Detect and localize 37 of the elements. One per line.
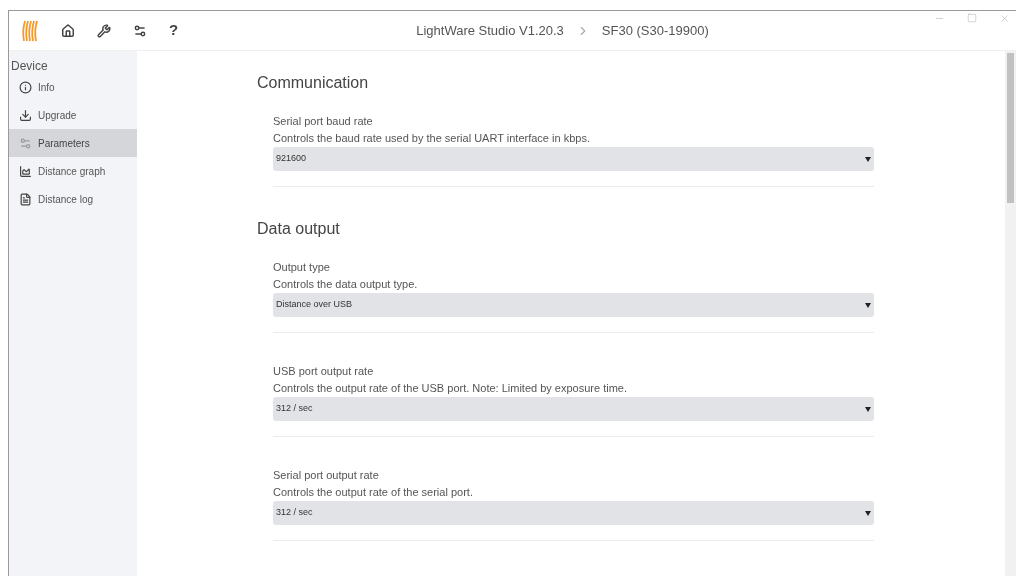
sidebar-item[interactable]: Upgrade bbox=[9, 101, 137, 129]
logo-icon bbox=[21, 19, 39, 42]
field-description: Controls the output rate of the USB port. Note: Limited by exposure time. bbox=[273, 381, 628, 396]
close-icon[interactable] bbox=[999, 13, 1010, 24]
field-label: Serial port output rate bbox=[273, 468, 380, 483]
field-description: Controls the output rate of the serial port. bbox=[273, 485, 474, 500]
device-name: SF30 (S30-19900) bbox=[601, 21, 709, 40]
document-icon bbox=[19, 192, 32, 206]
field-label: USB port output rate bbox=[273, 364, 375, 379]
field-description: Controls the baud rate used by the serial UART interface in kbps. bbox=[273, 131, 591, 146]
section-heading: Communication bbox=[257, 73, 370, 93]
field-label: Serial port baud rate bbox=[273, 114, 374, 129]
caret-icon bbox=[865, 302, 871, 308]
dropdown[interactable]: 312 / sec bbox=[273, 501, 874, 525]
area-chart-icon bbox=[19, 164, 32, 178]
scrollbar[interactable] bbox=[1005, 51, 1016, 576]
info-icon bbox=[19, 80, 32, 94]
dropdown[interactable]: 312 / sec bbox=[273, 397, 874, 421]
caret-icon bbox=[865, 156, 871, 162]
sidebar-item[interactable]: Distance graph bbox=[9, 157, 137, 185]
download-icon bbox=[19, 108, 32, 122]
field-label: Output type bbox=[273, 260, 331, 275]
home-icon[interactable] bbox=[61, 23, 75, 38]
maximize-icon[interactable] bbox=[967, 13, 977, 23]
caret-icon bbox=[865, 406, 871, 412]
sidebar-item[interactable]: Info bbox=[9, 73, 137, 101]
sidebar-item[interactable]: Distance log bbox=[9, 185, 137, 213]
sidebar-item[interactable]: Parameters bbox=[9, 129, 137, 157]
help-button[interactable]: ? bbox=[169, 19, 179, 42]
section-heading: Data output bbox=[257, 219, 341, 239]
caret-icon bbox=[865, 510, 871, 516]
wrench-icon[interactable] bbox=[97, 23, 111, 38]
window-title: LightWare Studio V1.20.3 bbox=[416, 21, 564, 40]
field-description: Controls the data output type. bbox=[273, 277, 419, 292]
dropdown[interactable]: Distance over USB bbox=[273, 293, 874, 317]
dropdown[interactable]: 921600 bbox=[273, 147, 874, 171]
sidebar-heading: Device bbox=[10, 58, 49, 73]
